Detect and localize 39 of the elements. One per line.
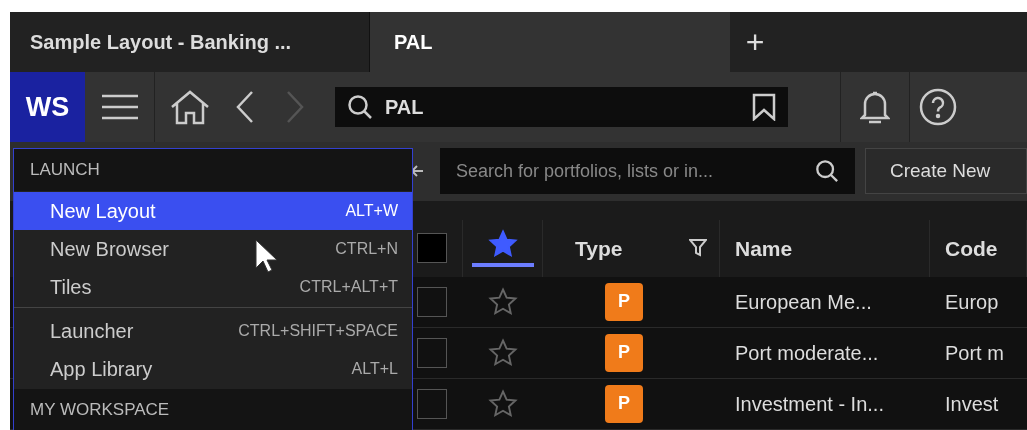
portfolio-type-badge: P <box>605 334 643 372</box>
row-checkbox[interactable] <box>417 287 447 317</box>
menu-section-header: LAUNCH <box>30 159 100 182</box>
select-all-checkbox[interactable] <box>417 233 447 264</box>
logo[interactable]: WS <box>10 72 85 142</box>
favorite-star-icon[interactable] <box>488 287 518 317</box>
portfolio-search-input[interactable]: Search for portfolios, lists or in... <box>456 157 807 185</box>
code-cell-text: Europ <box>945 290 999 315</box>
menu-section-header: MY WORKSPACE <box>30 399 170 422</box>
search-icon <box>815 159 839 184</box>
star-icon[interactable] <box>487 229 518 260</box>
sort-indicator <box>471 263 534 268</box>
search-input[interactable]: PAL <box>385 91 740 122</box>
search-icon <box>347 93 373 120</box>
portfolio-type-badge: P <box>605 385 643 423</box>
name-cell-text: European Me... <box>735 290 872 315</box>
favorite-star-icon[interactable] <box>488 338 518 368</box>
column-header[interactable]: Type <box>575 232 623 265</box>
create-new-button[interactable]: Create New <box>865 148 1027 195</box>
tab[interactable]: PAL <box>370 12 730 73</box>
back-arrow-icon[interactable] <box>410 164 424 179</box>
portfolio-type-badge: P <box>605 283 643 321</box>
code-cell-text: Port m <box>945 341 1004 366</box>
row-checkbox[interactable] <box>417 338 447 368</box>
filter-icon[interactable] <box>689 239 707 258</box>
new-tab-button[interactable]: + <box>735 12 775 73</box>
bell-icon[interactable] <box>840 72 910 142</box>
name-cell-text: Port moderate... <box>735 341 879 366</box>
column-header[interactable]: Code <box>945 232 998 265</box>
search-field[interactable]: PAL <box>335 87 788 127</box>
portfolio-search-field[interactable]: Search for portfolios, lists or in... <box>440 148 855 195</box>
row-checkbox[interactable] <box>417 389 447 419</box>
name-cell-text: Investment - In... <box>735 392 884 417</box>
menu-item[interactable]: New Layout ALT+W <box>14 192 412 230</box>
bookmark-icon[interactable] <box>752 92 776 121</box>
mouse-cursor-icon <box>254 238 278 274</box>
favorite-star-icon[interactable] <box>488 389 518 419</box>
column-header[interactable]: Name <box>735 232 793 265</box>
code-cell-text: Invest <box>945 392 999 417</box>
